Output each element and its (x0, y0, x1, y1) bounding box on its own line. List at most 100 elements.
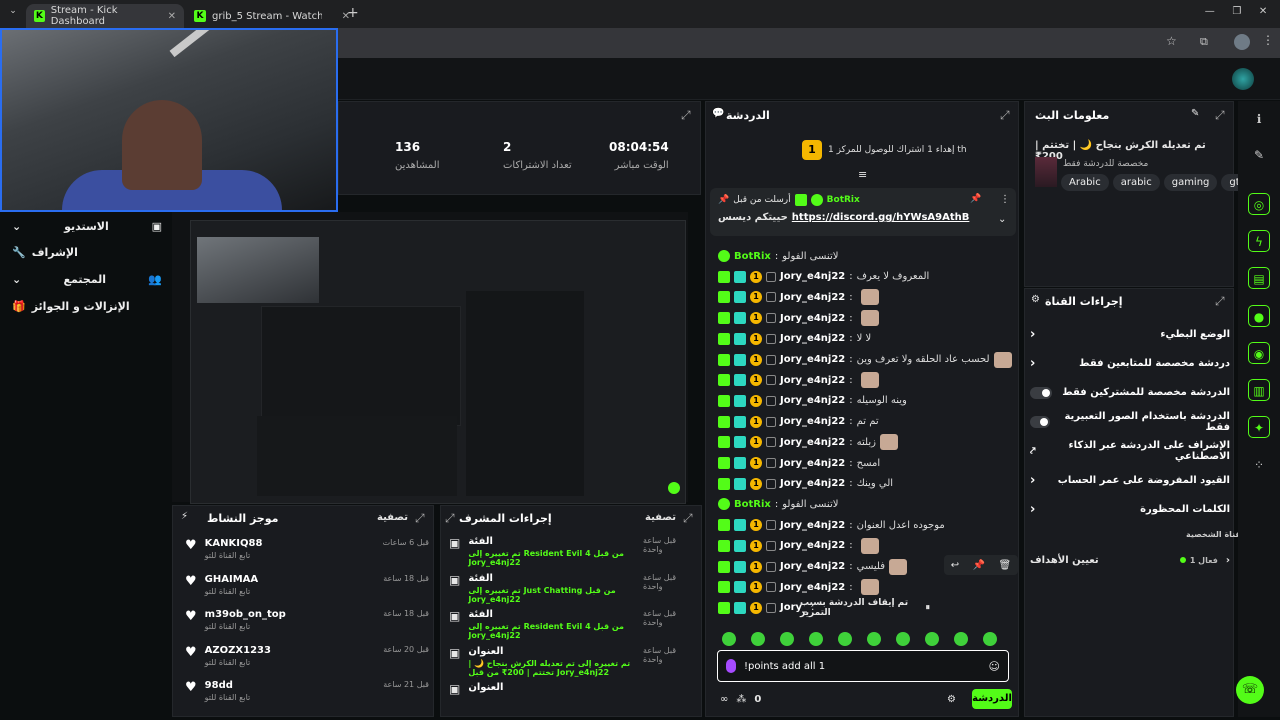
user-avatar[interactable] (1232, 68, 1254, 90)
chat-message[interactable]: 1 Jory_e4nj22: (718, 308, 1018, 328)
pinned-menu-icon[interactable]: ⋮ (1000, 194, 1010, 205)
chat-username[interactable]: Jory_e4nj22 (780, 540, 845, 551)
nav-drops[interactable]: 🎁 الإنزالات و الجوائز (12, 294, 162, 318)
support-chat-button[interactable]: ☏ (1236, 676, 1264, 704)
activity-user[interactable]: KANKIQ88 (205, 538, 263, 549)
tab-kick-dashboard[interactable]: K Stream - Kick Dashboard ✕ (26, 4, 184, 28)
document-icon[interactable]: ▤ (1248, 267, 1270, 289)
pinned-user[interactable]: BotRix (827, 195, 860, 205)
expand-icon-left[interactable]: ⤢ (445, 511, 455, 526)
send-button[interactable]: الدردشة (972, 689, 1012, 709)
quick-emote-bar[interactable] (722, 632, 1014, 648)
chevron-down-icon[interactable]: ⌄ (998, 214, 1006, 225)
browser-menu-icon[interactable]: ⋮ (1262, 33, 1274, 47)
chat-message[interactable]: 1 Jory_e4nj22: لحسب عاد الحلقه ولا تعرف وي… (718, 350, 1018, 370)
chat-message[interactable]: 1 Jory_e4nj22: زبلته (718, 432, 1018, 452)
goals-row[interactable]: تعيين الأهداف فعال 1 › (1030, 550, 1230, 570)
channel-action-row[interactable]: الدردشة باستخدام الصور التعبيرية فقط (1030, 408, 1230, 436)
channel-action-row[interactable]: دردشة مخصصة للمتابعين فقط ‹ (1030, 349, 1230, 377)
broadcast-icon[interactable]: ◉ (1248, 342, 1270, 364)
chat-message[interactable]: BotRix: لاتنسى الفولو (718, 494, 1018, 514)
emote-icon[interactable] (722, 632, 736, 646)
chat-message[interactable]: 1 Jory_e4nj22: لا لا (718, 329, 1018, 349)
pinned-link[interactable]: https://discord.gg/hYWsA9AthB (792, 212, 970, 223)
apps-icon[interactable]: ⁘ (1248, 454, 1270, 476)
setting-toggle[interactable] (1030, 386, 1052, 399)
emoji-icon[interactable]: ☺ (989, 660, 1000, 673)
emote-icon[interactable] (780, 632, 794, 646)
chat-username[interactable]: Jory_e4nj22 (780, 313, 845, 324)
chat-message[interactable]: 1 Jory_e4nj22: وينه الوسيله (718, 391, 1018, 411)
mod-action-item[interactable]: ▣ الفئة تم تغييره إلى Resident Evil 4 من ق… (449, 536, 697, 567)
setting-toggle[interactable] (1030, 415, 1051, 428)
activity-user[interactable]: m39ob_on_top (205, 609, 286, 620)
emote-icon[interactable] (809, 632, 823, 646)
delete-icon[interactable]: 🗑 (999, 560, 1012, 571)
chat-paused-notice[interactable]: تم إيقاف الدردشة بسبب التمرير ⏸ (800, 598, 930, 618)
chat-message[interactable]: 1 Jory_e4nj22: موجوده اعدل العنوان (718, 515, 1018, 535)
activity-item[interactable]: ♥ AZOZX1233 تابع القناة للتو قبل 20 ساعة (185, 645, 429, 667)
stream-tag[interactable]: Arabic (1061, 174, 1109, 191)
chat-username[interactable]: Jory_e4nj22 (780, 395, 845, 406)
infinity-icon[interactable]: ∞ (720, 694, 728, 705)
chat-username[interactable]: BotRix (734, 251, 771, 262)
bookmark-star-icon[interactable]: ☆ (1166, 34, 1177, 48)
chat-username[interactable]: Jory_e4nj22 (780, 271, 845, 282)
sub-goal-bar[interactable]: 1 إهداء 1 اشتراك للوصول للمركز 1 th (802, 140, 1002, 160)
expand-icon[interactable]: ⤢ (683, 511, 693, 526)
nav-moderation[interactable]: 🔧 الإشراف (12, 240, 162, 264)
chat-username[interactable]: Jory_e4nj22 (780, 292, 845, 303)
emote-icon[interactable] (954, 632, 968, 646)
extensions-icon[interactable]: ⧉ (1200, 35, 1208, 49)
activity-user[interactable]: AZOZX1233 (205, 645, 271, 656)
channel-action-row[interactable]: الدردشة مخصصة للمشتركين فقط (1030, 379, 1230, 407)
tab-list-dropdown[interactable]: ⌄ (6, 6, 20, 20)
chat-input[interactable]: !points add all 1 (744, 661, 981, 672)
window-controls[interactable]: — ❐ ✕ (1196, 6, 1276, 17)
info-icon[interactable]: ℹ (1248, 108, 1270, 130)
pencil-icon[interactable]: ✎ (1248, 144, 1270, 166)
chat-username[interactable]: Jory_e4nj22 (780, 561, 845, 572)
nav-studio[interactable]: ⌄ الاستديو ▣ (12, 214, 162, 238)
expand-icon[interactable]: ⤢ (1215, 108, 1225, 123)
chat-message[interactable]: 1 Jory_e4nj22: (718, 370, 1018, 390)
bolt-icon[interactable]: ϟ (1248, 230, 1270, 252)
chat-username[interactable]: Jory_e4nj22 (780, 416, 845, 427)
chat-message[interactable]: 1 Jory_e4nj22: تم تم (718, 412, 1018, 432)
settings-gear-icon[interactable]: ⚙ (947, 694, 956, 705)
activity-user[interactable]: GHAIMAA (205, 574, 258, 585)
chat-username[interactable]: Jory_e4nj22 (780, 582, 845, 593)
chat-message[interactable]: 1 Jory_e4nj22: (718, 536, 1018, 556)
layout-icon[interactable]: ▥ (1248, 379, 1270, 401)
profile-avatar[interactable] (1234, 34, 1250, 50)
pin-toggle-icon[interactable]: 📌 (970, 194, 981, 204)
emote-icon[interactable] (751, 632, 765, 646)
chat-username[interactable]: Jory_e4nj22 (780, 333, 845, 344)
mod-action-item[interactable]: ▣ الفئة تم تغييره إلى Resident Evil 4 من ق… (449, 609, 697, 640)
chat-username[interactable]: Jory_e4nj22 (780, 437, 845, 448)
chat-username[interactable]: Jory_e4nj22 (780, 354, 845, 365)
channel-action-row[interactable]: الإشراف على الدردشة عبر الذكاء الاصطناعي… (1030, 437, 1230, 465)
filter-button[interactable]: تصفية (377, 512, 408, 523)
emote-icon[interactable] (925, 632, 939, 646)
collapse-icon[interactable]: ≡ (858, 168, 867, 181)
expand-icon[interactable]: ⤢ (1215, 294, 1225, 309)
minimize-icon[interactable]: — (1205, 6, 1215, 17)
activity-user[interactable]: 98dd (205, 680, 251, 691)
chat-username[interactable]: Jory_e4nj22 (780, 375, 845, 386)
chat-message[interactable]: 1 Jory_e4nj22: (718, 577, 1018, 597)
mod-action-item[interactable]: ▣ العنوان تم تغييره إلى تم تعديله الكرش بن… (449, 646, 697, 677)
chat-icon[interactable]: ● (1248, 305, 1270, 327)
emote-icon[interactable] (896, 632, 910, 646)
activity-item[interactable]: ♥ KANKIQ88 تابع القناة للتو قبل 6 ساعات (185, 538, 429, 560)
chat-input-box[interactable]: !points add all 1 ☺ (717, 650, 1009, 682)
target-icon[interactable]: ◎ (1248, 193, 1270, 215)
channel-action-row[interactable]: القيود المفروضة على عمر الحساب ‹ (1030, 467, 1230, 495)
microphone-icon[interactable] (726, 659, 736, 673)
reply-icon[interactable]: ↩ (951, 560, 959, 571)
expand-icon[interactable]: ⤢ (415, 511, 425, 526)
nav-community[interactable]: ⌄ المجتمع 👥 (12, 267, 162, 291)
pin-message-icon[interactable]: 📌 (973, 560, 985, 571)
edit-icon[interactable]: ✎ (1191, 108, 1199, 119)
emote-icon[interactable] (867, 632, 881, 646)
